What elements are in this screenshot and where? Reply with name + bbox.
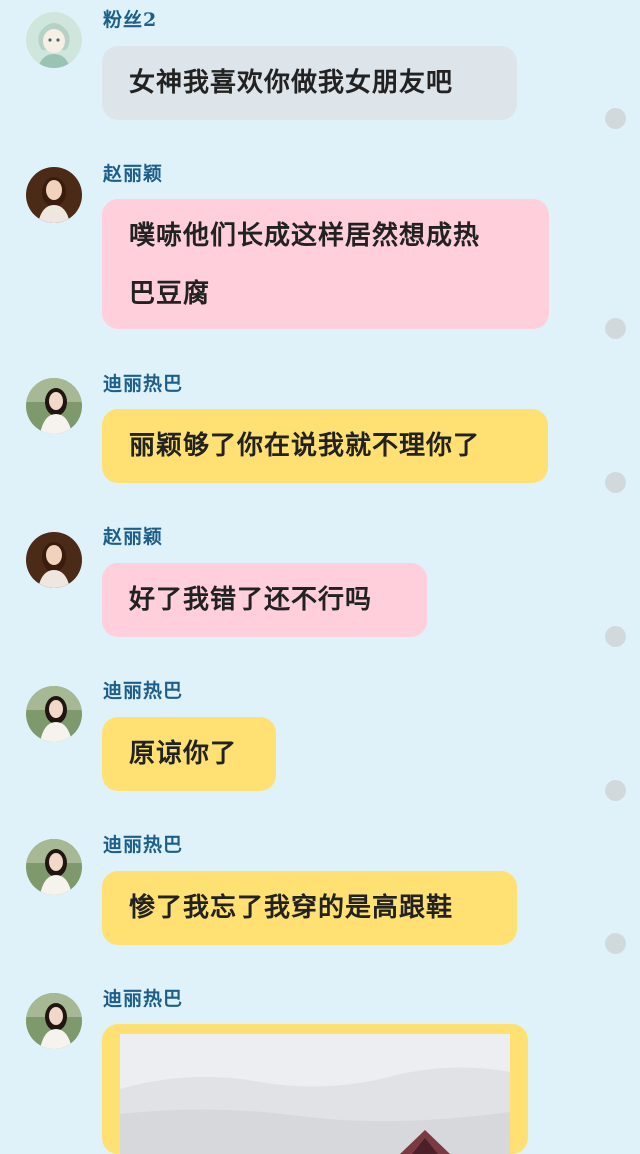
avatar-dilireba[interactable] <box>26 839 82 895</box>
woman-portrait-avatar <box>26 532 82 588</box>
message-bubble[interactable]: 原谅你了 <box>102 717 276 791</box>
sender-name: 迪丽热巴 <box>103 834 184 856</box>
woman-portrait-avatar <box>26 839 82 895</box>
image-message-bubble[interactable] <box>102 1024 528 1154</box>
woman-portrait-avatar <box>26 993 82 1049</box>
woman-portrait-avatar <box>26 378 82 434</box>
avatar-dilireba[interactable] <box>26 993 82 1049</box>
photo-message[interactable] <box>120 1034 510 1154</box>
sender-name: 迪丽热巴 <box>103 988 184 1010</box>
avatar-fan2[interactable] <box>26 12 82 68</box>
avatar-dilireba[interactable] <box>26 686 82 742</box>
message-bubble[interactable]: 丽颖够了你在说我就不理你了 <box>102 409 548 483</box>
sender-name: 赵丽颖 <box>103 526 164 548</box>
chat-thread: 粉丝2 女神我喜欢你做我女朋友吧 赵丽颖 噗哧他们长成这样居然想成热 巴豆腐 迪… <box>0 0 640 1154</box>
woman-portrait-avatar <box>26 167 82 223</box>
message-bubble[interactable]: 好了我错了还不行吗 <box>102 563 427 637</box>
message-status-dot <box>605 472 626 493</box>
message-status-dot <box>605 108 626 129</box>
message-text-line: 噗哧他们长成这样居然想成热 <box>129 221 481 251</box>
sender-name: 赵丽颖 <box>103 163 164 185</box>
message-status-dot <box>605 318 626 339</box>
message-bubble[interactable]: 惨了我忘了我穿的是高跟鞋 <box>102 871 517 945</box>
avatar-dilireba[interactable] <box>26 378 82 434</box>
message-text-line: 巴豆腐 <box>129 279 211 309</box>
photo-preview-image <box>120 1034 510 1154</box>
cartoon-avatar-icon <box>26 12 82 68</box>
message-status-dot <box>605 626 626 647</box>
sender-name: 迪丽热巴 <box>103 680 184 702</box>
sender-name: 粉丝2 <box>103 9 158 31</box>
woman-portrait-avatar <box>26 686 82 742</box>
message-bubble[interactable]: 女神我喜欢你做我女朋友吧 <box>102 46 517 120</box>
message-status-dot <box>605 933 626 954</box>
sender-name: 迪丽热巴 <box>103 373 184 395</box>
message-bubble[interactable]: 噗哧他们长成这样居然想成热 巴豆腐 <box>102 199 549 329</box>
avatar-zhaoliying[interactable] <box>26 532 82 588</box>
avatar-zhaoliying[interactable] <box>26 167 82 223</box>
message-status-dot <box>605 780 626 801</box>
